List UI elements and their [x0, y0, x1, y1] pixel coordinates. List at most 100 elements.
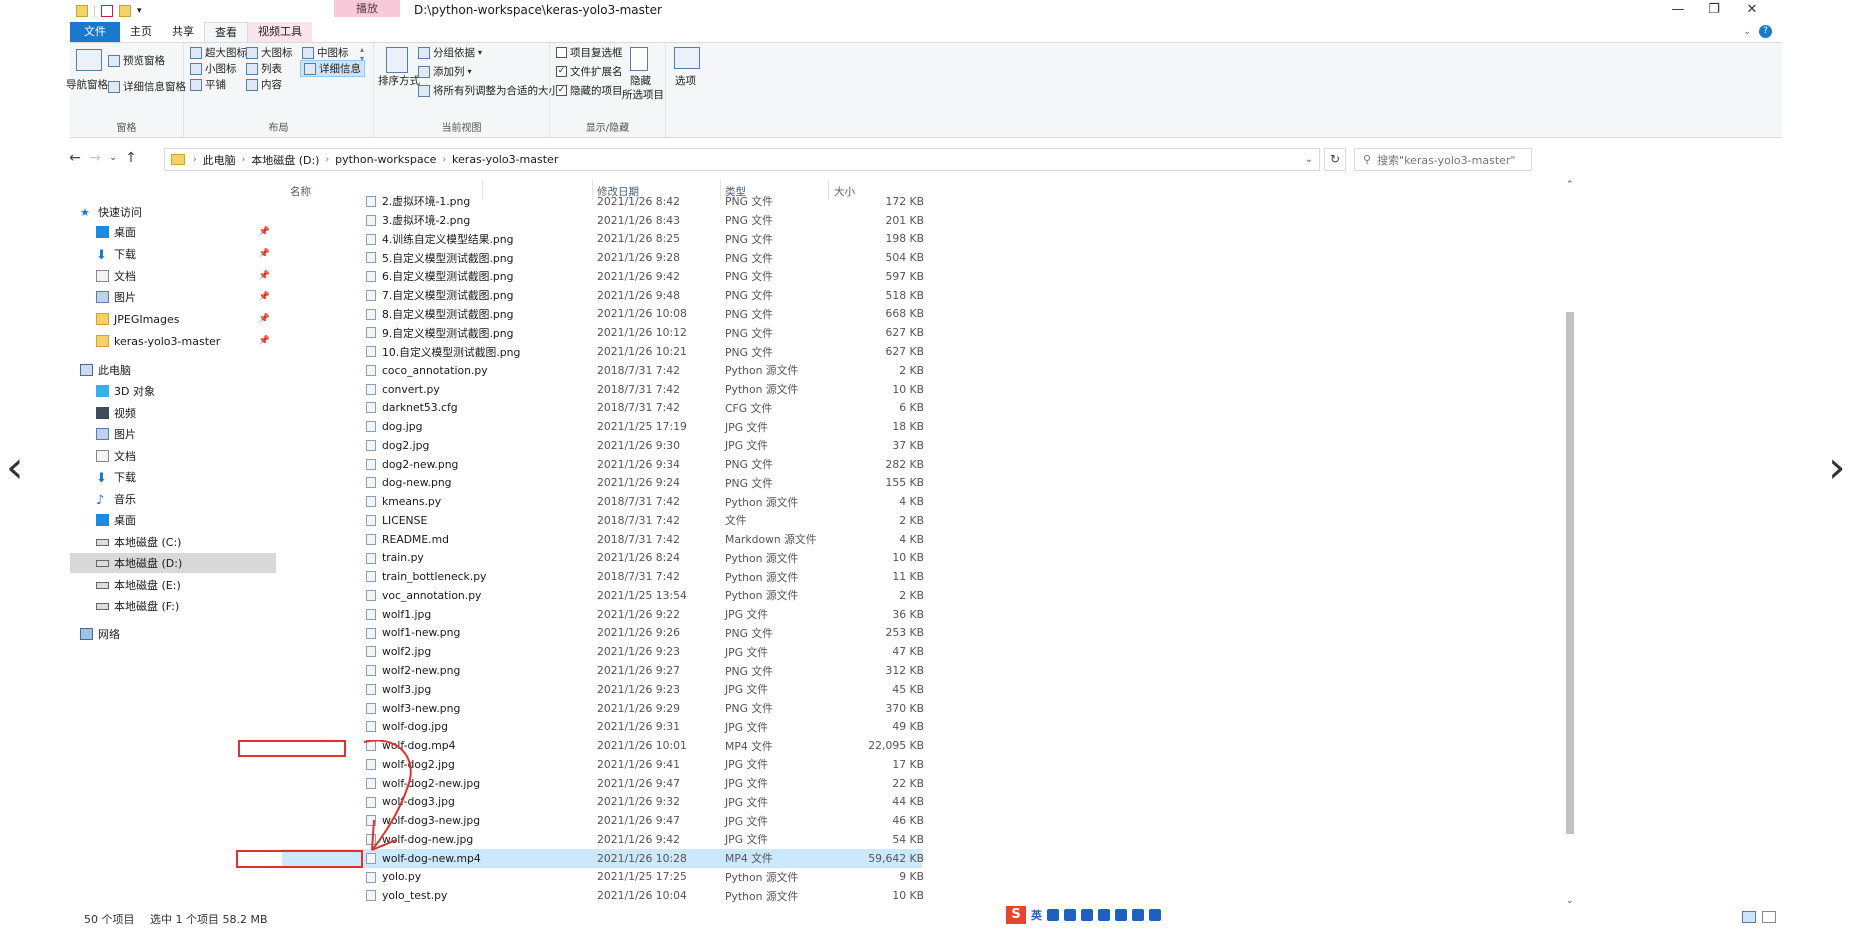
nav-keras-yolo3-master[interactable]: keras-yolo3-master 📌	[70, 331, 276, 351]
sort-by-button[interactable]: 排序方式	[378, 73, 420, 88]
tab-share[interactable]: 共享	[162, 22, 204, 42]
file-row[interactable]: voc_annotation.py 2021/1/25 13:54 Python 源…	[282, 586, 924, 605]
file-row[interactable]: 8.自定义模型测试截图.png 2021/1/26 10:08 PNG 文件 668 …	[282, 305, 924, 324]
forward-button[interactable]: →	[86, 150, 104, 166]
nav-drive-f[interactable]: 本地磁盘 (F:)	[70, 596, 276, 616]
tab-home[interactable]: 主页	[120, 22, 162, 42]
next-image-arrow-icon[interactable]: ›	[1828, 442, 1846, 493]
microphone-icon[interactable]	[1081, 909, 1093, 921]
file-row[interactable]: dog-new.png 2021/1/26 9:24 PNG 文件 155 KB	[282, 473, 924, 492]
file-extensions-toggle[interactable]: ✓ 文件扩展名	[556, 64, 623, 79]
hide-selected-icon[interactable]	[630, 47, 648, 71]
file-row[interactable]: train_bottleneck.py 2018/7/31 7:42 Python …	[282, 567, 924, 586]
nav-this-pc[interactable]: 此电脑	[70, 360, 276, 380]
file-row[interactable]: 7.自定义模型测试截图.png 2021/1/26 9:48 PNG 文件 518 K…	[282, 286, 924, 305]
hidden-items-toggle[interactable]: ✓ 隐藏的项目	[556, 83, 623, 98]
back-button[interactable]: ←	[66, 150, 84, 166]
file-row[interactable]: dog2-new.png 2021/1/26 9:34 PNG 文件 282 KB	[282, 455, 924, 474]
keyboard-icon[interactable]	[1098, 909, 1110, 921]
file-row[interactable]: 2.虚拟环境-1.png 2021/1/26 8:42 PNG 文件 172 KB	[282, 192, 924, 211]
file-row[interactable]: wolf2-new.png 2021/1/26 9:27 PNG 文件 312 KB	[282, 661, 924, 680]
quick-access-dropdown-icon[interactable]: ▾	[137, 6, 142, 16]
nav-3d-objects[interactable]: 3D 对象	[70, 381, 276, 401]
file-row[interactable]: wolf3.jpg 2021/1/26 9:23 JPG 文件 45 KB	[282, 680, 924, 699]
tab-view[interactable]: 查看	[204, 22, 248, 42]
pin-icon[interactable]: 📌	[259, 314, 270, 324]
ime-language[interactable]: 英	[1031, 907, 1042, 923]
close-button[interactable]: ✕	[1732, 0, 1772, 20]
pin-icon[interactable]: 📌	[259, 271, 270, 281]
address-dropdown-icon[interactable]: ⌄	[1305, 154, 1313, 165]
preview-pane-button[interactable]: 预览窗格	[108, 53, 165, 68]
nav-network[interactable]: 网络	[70, 624, 276, 644]
layout-medium-icons[interactable]: 中图标	[302, 45, 349, 60]
tab-file[interactable]: 文件	[70, 22, 120, 42]
ribbon-collapse-icon[interactable]: ⌄	[1743, 27, 1751, 37]
nav-desktop[interactable]: 桌面 📌	[70, 222, 276, 242]
file-row[interactable]: LICENSE 2018/7/31 7:42 文件 2 KB	[282, 511, 924, 530]
add-column-button[interactable]: 添加列 ▾	[418, 64, 472, 79]
file-row[interactable]: 10.自定义模型测试截图.png 2021/1/26 10:21 PNG 文件 627…	[282, 342, 924, 361]
grid-icon[interactable]	[1149, 909, 1161, 921]
file-row[interactable]: convert.py 2018/7/31 7:42 Python 源文件 10 KB	[282, 380, 924, 399]
sogou-logo-icon[interactable]: S	[1006, 906, 1026, 924]
nav-documents[interactable]: 文档 📌	[70, 266, 276, 286]
layout-details[interactable]: 详细信息	[300, 60, 365, 77]
breadcrumb-python-workspace[interactable]: python-workspace	[335, 153, 436, 166]
nav-jpegimages[interactable]: JPEGImages 📌	[70, 309, 276, 329]
punctuation-icon[interactable]	[1047, 909, 1059, 921]
layout-list[interactable]: 列表	[246, 61, 282, 76]
file-row[interactable]: 5.自定义模型测试截图.png 2021/1/26 9:28 PNG 文件 504 K…	[282, 248, 924, 267]
options-button[interactable]: 选项	[675, 73, 696, 88]
breadcrumb-this-pc[interactable]: 此电脑	[203, 152, 236, 168]
file-row[interactable]: dog2.jpg 2021/1/26 9:30 JPG 文件 37 KB	[282, 436, 924, 455]
file-row[interactable]: darknet53.cfg 2018/7/31 7:42 CFG 文件 6 KB	[282, 398, 924, 417]
sort-by-icon[interactable]	[386, 47, 408, 73]
file-row[interactable]: kmeans.py 2018/7/31 7:42 Python 源文件 4 KB	[282, 492, 924, 511]
details-view-icon[interactable]	[1742, 911, 1756, 923]
skin-icon[interactable]	[1132, 909, 1144, 921]
layout-scroll-icon[interactable]: ▴ ▾	[360, 45, 364, 63]
nav-drive-d[interactable]: 本地磁盘 (D:)	[70, 553, 276, 573]
group-by-button[interactable]: 分组依据 ▾	[418, 45, 482, 60]
file-row[interactable]: wolf1.jpg 2021/1/26 9:22 JPG 文件 36 KB	[282, 605, 924, 624]
pin-icon[interactable]: 📌	[259, 249, 270, 259]
layout-large-icons[interactable]: 大图标	[246, 45, 293, 60]
nav-pictures[interactable]: 图片 📌	[70, 287, 276, 307]
help-icon[interactable]: ?	[1759, 25, 1772, 38]
navigation-pane-icon[interactable]	[76, 49, 102, 71]
file-row[interactable]: 6.自定义模型测试截图.png 2021/1/26 9:42 PNG 文件 597 K…	[282, 267, 924, 286]
scroll-down-icon[interactable]: ⌄	[1566, 896, 1574, 906]
details-pane-button[interactable]: 详细信息窗格	[108, 79, 186, 94]
layout-tiles[interactable]: 平铺	[190, 77, 226, 92]
nav-quick-access[interactable]: ★ 快速访问	[70, 202, 276, 222]
fit-columns-button[interactable]: 将所有列调整为合适的大小	[418, 83, 559, 98]
file-row[interactable]: yolo_test.py 2021/1/26 10:04 Python 源文件 10 …	[282, 886, 924, 905]
pin-icon[interactable]: 📌	[259, 292, 270, 302]
nav-downloads[interactable]: ⬇ 下载 📌	[70, 244, 276, 264]
new-folder-icon[interactable]	[119, 5, 131, 17]
file-row[interactable]: wolf1-new.png 2021/1/26 9:26 PNG 文件 253 KB	[282, 624, 924, 643]
file-row[interactable]: wolf2.jpg 2021/1/26 9:23 JPG 文件 47 KB	[282, 642, 924, 661]
layout-small-icons[interactable]: 小图标	[190, 61, 237, 76]
search-input[interactable]: ⚲ 搜索"keras-yolo3-master"	[1354, 148, 1532, 171]
toolbox-icon[interactable]	[1115, 909, 1127, 921]
recent-locations-button[interactable]: ⌄	[104, 153, 122, 163]
item-checkboxes-toggle[interactable]: 项目复选框	[556, 45, 623, 60]
nav-pc-documents[interactable]: 文档	[70, 446, 276, 466]
tab-video-tools[interactable]: 视频工具	[248, 22, 312, 42]
file-row[interactable]: 4.训练自定义模型结果.png 2021/1/26 8:25 PNG 文件 198 K…	[282, 230, 924, 249]
file-row[interactable]: 3.虚拟环境-2.png 2021/1/26 8:43 PNG 文件 201 KB	[282, 211, 924, 230]
options-icon[interactable]	[674, 47, 700, 69]
hide-selected-label-2[interactable]: 所选项目	[622, 87, 664, 102]
nav-pc-desktop[interactable]: 桌面	[70, 510, 276, 530]
vertical-scrollbar[interactable]: ⌃ ⌄	[1562, 180, 1578, 910]
layout-content[interactable]: 内容	[246, 77, 282, 92]
nav-drive-c[interactable]: 本地磁盘 (C:)	[70, 532, 276, 552]
refresh-button[interactable]: ↻	[1324, 148, 1346, 171]
hide-selected-label-1[interactable]: 隐藏	[630, 73, 651, 88]
up-button[interactable]: ↑	[122, 150, 140, 166]
breadcrumb-keras-yolo3-master[interactable]: keras-yolo3-master	[452, 153, 558, 166]
file-row[interactable]: wolf-dog.jpg 2021/1/26 9:31 JPG 文件 49 KB	[282, 717, 924, 736]
nav-videos[interactable]: 视频	[70, 403, 276, 423]
